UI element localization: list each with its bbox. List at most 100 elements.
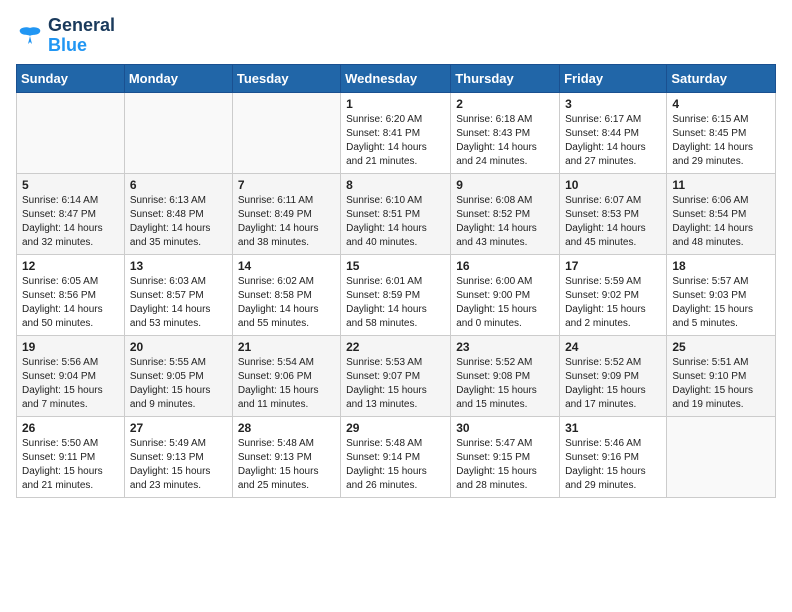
calendar-cell: 3 Sunrise: 6:17 AM Sunset: 8:44 PM Daylig… [560, 92, 667, 173]
day-number: 5 [22, 178, 119, 192]
calendar-cell: 6Sunrise: 6:13 AM Sunset: 8:48 PM Daylig… [124, 173, 232, 254]
day-number: 1 [346, 97, 445, 111]
calendar-cell [124, 92, 232, 173]
calendar-cell: 17Sunrise: 5:59 AM Sunset: 9:02 PM Dayli… [560, 254, 667, 335]
day-info: Sunrise: 5:57 AM Sunset: 9:03 PM Dayligh… [672, 275, 770, 331]
day-number: 4 [672, 97, 770, 111]
calendar-cell: 23Sunrise: 5:52 AM Sunset: 9:08 PM Dayli… [451, 335, 560, 416]
weekday-header: Wednesday [341, 64, 451, 92]
calendar-week-row: 19Sunrise: 5:56 AM Sunset: 9:04 PM Dayli… [17, 335, 776, 416]
day-info: Sunrise: 5:51 AM Sunset: 9:10 PM Dayligh… [672, 356, 770, 412]
weekday-header: Sunday [17, 64, 125, 92]
day-info: Sunrise: 6:07 AM Sunset: 8:53 PM Dayligh… [565, 194, 661, 250]
day-info: Sunrise: 6:02 AM Sunset: 8:58 PM Dayligh… [238, 275, 335, 331]
day-info: Sunrise: 6:18 AM Sunset: 8:43 PM Dayligh… [456, 113, 554, 169]
day-number: 11 [672, 178, 770, 192]
calendar-cell: 10 Sunrise: 6:07 AM Sunset: 8:53 PM Dayli… [560, 173, 667, 254]
calendar-cell: 11Sunrise: 6:06 AM Sunset: 8:54 PM Dayli… [667, 173, 776, 254]
weekday-header: Friday [560, 64, 667, 92]
logo: General Blue [16, 16, 115, 56]
day-number: 31 [565, 421, 661, 435]
calendar-cell: 5 Sunrise: 6:14 AM Sunset: 8:47 PM Daylig… [17, 173, 125, 254]
calendar-table: SundayMondayTuesdayWednesdayThursdayFrid… [16, 64, 776, 498]
calendar-cell: 22 Sunrise: 5:53 AM Sunset: 9:07 PM Dayli… [341, 335, 451, 416]
day-info: Sunrise: 6:00 AM Sunset: 9:00 PM Dayligh… [456, 275, 554, 331]
page-header: General Blue [16, 16, 776, 56]
day-info: Sunrise: 6:17 AM Sunset: 8:44 PM Dayligh… [565, 113, 661, 169]
calendar-week-row: 26Sunrise: 5:50 AM Sunset: 9:11 PM Dayli… [17, 416, 776, 497]
day-info: Sunrise: 5:50 AM Sunset: 9:11 PM Dayligh… [22, 437, 119, 493]
day-info: Sunrise: 6:14 AM Sunset: 8:47 PM Dayligh… [22, 194, 119, 250]
calendar-cell: 26Sunrise: 5:50 AM Sunset: 9:11 PM Dayli… [17, 416, 125, 497]
day-number: 16 [456, 259, 554, 273]
day-info: Sunrise: 5:49 AM Sunset: 9:13 PM Dayligh… [130, 437, 227, 493]
calendar-cell: 29 Sunrise: 5:48 AM Sunset: 9:14 PM Dayli… [341, 416, 451, 497]
calendar-cell: 16 Sunrise: 6:00 AM Sunset: 9:00 PM Dayli… [451, 254, 560, 335]
calendar-cell: 25 Sunrise: 5:51 AM Sunset: 9:10 PM Dayli… [667, 335, 776, 416]
calendar-cell: 2 Sunrise: 6:18 AM Sunset: 8:43 PM Daylig… [451, 92, 560, 173]
day-info: Sunrise: 6:10 AM Sunset: 8:51 PM Dayligh… [346, 194, 445, 250]
calendar-cell: 8Sunrise: 6:10 AM Sunset: 8:51 PM Daylig… [341, 173, 451, 254]
calendar-cell: 4 Sunrise: 6:15 AM Sunset: 8:45 PM Daylig… [667, 92, 776, 173]
day-number: 6 [130, 178, 227, 192]
calendar-cell: 7Sunrise: 6:11 AM Sunset: 8:49 PM Daylig… [232, 173, 340, 254]
day-number: 9 [456, 178, 554, 192]
day-info: Sunrise: 5:47 AM Sunset: 9:15 PM Dayligh… [456, 437, 554, 493]
calendar-cell [232, 92, 340, 173]
day-number: 20 [130, 340, 227, 354]
logo-icon [16, 24, 44, 48]
day-number: 15 [346, 259, 445, 273]
calendar-week-row: 1 Sunrise: 6:20 AM Sunset: 8:41 PM Daylig… [17, 92, 776, 173]
day-info: Sunrise: 5:52 AM Sunset: 9:09 PM Dayligh… [565, 356, 661, 412]
calendar-cell: 1 Sunrise: 6:20 AM Sunset: 8:41 PM Daylig… [341, 92, 451, 173]
day-number: 12 [22, 259, 119, 273]
day-number: 28 [238, 421, 335, 435]
weekday-header: Saturday [667, 64, 776, 92]
calendar-cell [17, 92, 125, 173]
day-number: 21 [238, 340, 335, 354]
day-info: Sunrise: 5:54 AM Sunset: 9:06 PM Dayligh… [238, 356, 335, 412]
day-number: 18 [672, 259, 770, 273]
day-number: 24 [565, 340, 661, 354]
day-number: 22 [346, 340, 445, 354]
calendar-cell: 21 Sunrise: 5:54 AM Sunset: 9:06 PM Dayli… [232, 335, 340, 416]
day-number: 17 [565, 259, 661, 273]
day-number: 29 [346, 421, 445, 435]
day-info: Sunrise: 6:15 AM Sunset: 8:45 PM Dayligh… [672, 113, 770, 169]
calendar-cell: 14 Sunrise: 6:02 AM Sunset: 8:58 PM Dayli… [232, 254, 340, 335]
day-number: 13 [130, 259, 227, 273]
logo-text: General Blue [48, 16, 115, 56]
calendar-cell: 24 Sunrise: 5:52 AM Sunset: 9:09 PM Dayli… [560, 335, 667, 416]
day-info: Sunrise: 6:05 AM Sunset: 8:56 PM Dayligh… [22, 275, 119, 331]
day-number: 19 [22, 340, 119, 354]
day-info: Sunrise: 5:46 AM Sunset: 9:16 PM Dayligh… [565, 437, 661, 493]
day-info: Sunrise: 5:48 AM Sunset: 9:14 PM Dayligh… [346, 437, 445, 493]
calendar-cell: 27 Sunrise: 5:49 AM Sunset: 9:13 PM Dayli… [124, 416, 232, 497]
day-info: Sunrise: 6:03 AM Sunset: 8:57 PM Dayligh… [130, 275, 227, 331]
calendar-cell: 28Sunrise: 5:48 AM Sunset: 9:13 PM Dayli… [232, 416, 340, 497]
day-number: 10 [565, 178, 661, 192]
weekday-header: Tuesday [232, 64, 340, 92]
day-number: 2 [456, 97, 554, 111]
day-info: Sunrise: 6:20 AM Sunset: 8:41 PM Dayligh… [346, 113, 445, 169]
day-info: Sunrise: 5:55 AM Sunset: 9:05 PM Dayligh… [130, 356, 227, 412]
calendar-cell: 31 Sunrise: 5:46 AM Sunset: 9:16 PM Dayli… [560, 416, 667, 497]
calendar-cell: 13 Sunrise: 6:03 AM Sunset: 8:57 PM Dayli… [124, 254, 232, 335]
weekday-header: Monday [124, 64, 232, 92]
calendar-cell: 15 Sunrise: 6:01 AM Sunset: 8:59 PM Dayli… [341, 254, 451, 335]
day-number: 27 [130, 421, 227, 435]
calendar-cell: 12 Sunrise: 6:05 AM Sunset: 8:56 PM Dayli… [17, 254, 125, 335]
calendar-week-row: 12 Sunrise: 6:05 AM Sunset: 8:56 PM Dayli… [17, 254, 776, 335]
calendar-cell: 9 Sunrise: 6:08 AM Sunset: 8:52 PM Daylig… [451, 173, 560, 254]
day-info: Sunrise: 6:01 AM Sunset: 8:59 PM Dayligh… [346, 275, 445, 331]
day-number: 25 [672, 340, 770, 354]
calendar-header-row: SundayMondayTuesdayWednesdayThursdayFrid… [17, 64, 776, 92]
calendar-week-row: 5 Sunrise: 6:14 AM Sunset: 8:47 PM Daylig… [17, 173, 776, 254]
day-info: Sunrise: 6:08 AM Sunset: 8:52 PM Dayligh… [456, 194, 554, 250]
day-number: 3 [565, 97, 661, 111]
day-number: 14 [238, 259, 335, 273]
calendar-cell: 20 Sunrise: 5:55 AM Sunset: 9:05 PM Dayli… [124, 335, 232, 416]
day-info: Sunrise: 5:52 AM Sunset: 9:08 PM Dayligh… [456, 356, 554, 412]
calendar-cell: 19Sunrise: 5:56 AM Sunset: 9:04 PM Dayli… [17, 335, 125, 416]
day-info: Sunrise: 5:53 AM Sunset: 9:07 PM Dayligh… [346, 356, 445, 412]
